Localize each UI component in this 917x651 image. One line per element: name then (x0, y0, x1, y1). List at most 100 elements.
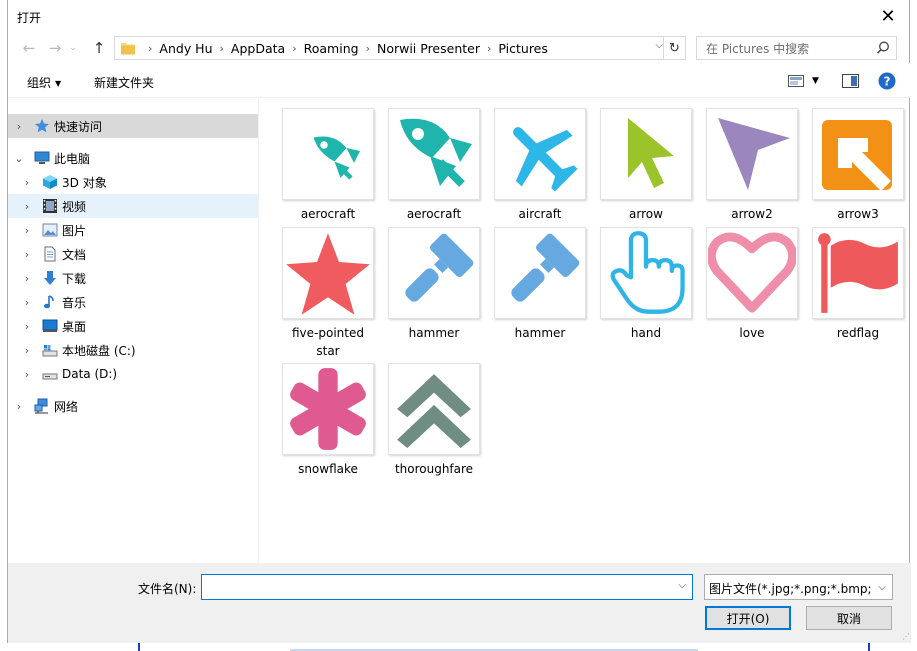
open-button[interactable]: 打开(O) (705, 606, 791, 630)
sidebar-item-9[interactable]: › 本地磁盘 (C:) (8, 338, 258, 362)
resize-grip-icon[interactable]: ⋰ (902, 632, 910, 641)
tree-expand-icon[interactable]: › (21, 296, 33, 309)
sidebar-item-1[interactable]: ⌄ 此电脑 (8, 146, 258, 170)
sidebar-item-label: 本地磁盘 (C:) (62, 343, 136, 358)
tree-expand-icon[interactable]: ⌄ (13, 152, 25, 165)
help-icon[interactable]: ? (878, 72, 896, 90)
file-name: arrow3 (837, 207, 879, 221)
svg-text:?: ? (884, 75, 891, 89)
preview-pane-icon[interactable] (842, 74, 859, 88)
breadcrumb-separator-icon[interactable]: › (220, 42, 224, 55)
file-thumbnail (282, 227, 374, 319)
file-thumbnail (388, 363, 480, 455)
forward-button[interactable]: → (44, 37, 66, 59)
tree-expand-icon[interactable]: › (21, 320, 33, 333)
sidebar-item-label: 下载 (62, 271, 87, 286)
sidebar-item-0[interactable]: › 快速访问 (8, 114, 258, 138)
file-item[interactable]: aircraft (494, 108, 586, 223)
sidebar-item-4[interactable]: › 图片 (8, 218, 258, 242)
tree-expand-icon[interactable]: › (13, 400, 25, 413)
file-name: arrow (629, 207, 663, 221)
breadcrumb-item[interactable]: Andy Hu (159, 41, 212, 56)
tree-expand-icon[interactable]: › (21, 368, 33, 381)
file-thumbnail (706, 227, 798, 319)
star-icon (284, 229, 372, 317)
new-folder-button[interactable]: 新建文件夹 (94, 74, 154, 91)
sidebar-item-7[interactable]: › 音乐 (8, 290, 258, 314)
close-button[interactable]: ✕ (865, 0, 911, 32)
tree-expand-icon[interactable]: › (21, 272, 33, 285)
file-item[interactable]: hand (600, 227, 692, 342)
refresh-button[interactable]: ↻ (663, 37, 685, 59)
back-button[interactable]: ← (18, 37, 40, 59)
file-item[interactable]: aerocraft (388, 108, 480, 223)
file-name: snowflake (298, 462, 358, 476)
orange-corner-arrow-icon (818, 114, 898, 194)
file-item[interactable]: arrow3 (812, 108, 904, 223)
file-item[interactable]: arrow2 (706, 108, 798, 223)
file-item[interactable]: hammer (388, 227, 480, 342)
sidebar-item-10[interactable]: › Data (D:) (8, 362, 258, 386)
command-bar: 组织 ▼ 新建文件夹 ▼ ? (8, 63, 911, 98)
sidebar-item-5[interactable]: › 文档 (8, 242, 258, 266)
breadcrumb-item[interactable]: Pictures (498, 41, 548, 56)
sidebar-item-3[interactable]: › 视频 (8, 194, 258, 218)
dialog-footer: 文件名(N): ⌵ 图片文件(*.jpg;*.png;*.bmp;*.gif) … (8, 563, 911, 643)
file-item[interactable]: redflag (812, 227, 904, 342)
filename-dropdown-icon[interactable]: ⌵ (678, 580, 686, 591)
file-item[interactable]: thoroughfare (388, 363, 480, 478)
tree-expand-icon[interactable]: › (21, 176, 33, 189)
caret-down-icon: ▼ (55, 79, 62, 88)
navigation-pane: › 快速访问 ⌄ 此电脑 › 3D 对象 › 视频 › 图片 › 文档 › 下载 › 音乐 › 桌面 › 本地磁盘 (… (8, 98, 259, 563)
view-dropdown-icon[interactable]: ▼ (812, 76, 819, 86)
organize-menu-button[interactable]: 组织 ▼ (27, 74, 61, 91)
breadcrumb-separator-icon[interactable]: › (366, 42, 370, 55)
file-type-select[interactable]: 图片文件(*.jpg;*.png;*.bmp;*.gif) ⌵ (704, 574, 893, 600)
file-item[interactable]: snowflake (282, 363, 374, 478)
close-icon: ✕ (880, 5, 896, 27)
picture-icon (42, 222, 58, 238)
address-dropdown-icon[interactable]: ⌵ (655, 40, 663, 51)
tree-expand-icon[interactable]: › (21, 224, 33, 237)
file-item[interactable]: hammer (494, 227, 586, 342)
cancel-button[interactable]: 取消 (806, 606, 892, 630)
file-name: thoroughfare (394, 462, 474, 476)
sidebar-item-6[interactable]: › 下载 (8, 266, 258, 290)
search-input[interactable]: 在 Pictures 中搜索 (696, 36, 897, 60)
file-thumbnail (600, 227, 692, 319)
breadcrumb-separator-icon[interactable]: › (487, 42, 491, 55)
filename-input[interactable]: ⌵ (201, 574, 693, 600)
file-name: aircraft (518, 207, 562, 221)
breadcrumb-separator-icon[interactable]: › (148, 42, 152, 55)
file-item[interactable]: arrow (600, 108, 692, 223)
address-bar[interactable]: › Andy Hu › AppData › Roaming › Norwii Presente… (114, 36, 686, 60)
file-name: aerocraft (300, 207, 356, 221)
tree-expand-icon[interactable]: › (21, 200, 33, 213)
breadcrumb-item[interactable]: AppData (231, 41, 285, 56)
tree-expand-icon[interactable]: › (21, 344, 33, 357)
file-item[interactable]: aerocraft (282, 108, 374, 223)
tree-expand-icon[interactable]: › (13, 120, 25, 133)
file-item[interactable]: five-pointed star (282, 227, 374, 360)
sidebar-item-8[interactable]: › 桌面 (8, 314, 258, 338)
sidebar-item-2[interactable]: › 3D 对象 (8, 170, 258, 194)
breadcrumb-separator-icon[interactable]: › (292, 42, 296, 55)
document-icon (42, 246, 58, 262)
open-file-dialog: 打开 ✕ ← → ⌄ ↑ › Andy Hu › AppData › Roaming › No… (7, 0, 911, 643)
sidebar-item-label: 图片 (62, 223, 87, 238)
recent-locations-button[interactable]: ⌄ (66, 37, 80, 59)
download-arrow-icon (42, 270, 58, 286)
hammer-icon (500, 233, 580, 313)
sidebar-item-11[interactable]: › 网络 (8, 394, 258, 418)
file-item[interactable]: love (706, 227, 798, 342)
tree-expand-icon[interactable]: › (21, 248, 33, 261)
up-button[interactable]: ↑ (88, 37, 110, 59)
view-options-icon[interactable] (788, 75, 804, 87)
rocket-icon (394, 114, 474, 194)
pointing-hand-icon (603, 230, 689, 316)
airplane-icon (500, 114, 580, 194)
breadcrumb-item[interactable]: Norwii Presenter (377, 41, 480, 56)
sidebar-item-label: 网络 (54, 399, 79, 414)
breadcrumb-item[interactable]: Roaming (304, 41, 359, 56)
network-icon (34, 398, 50, 414)
